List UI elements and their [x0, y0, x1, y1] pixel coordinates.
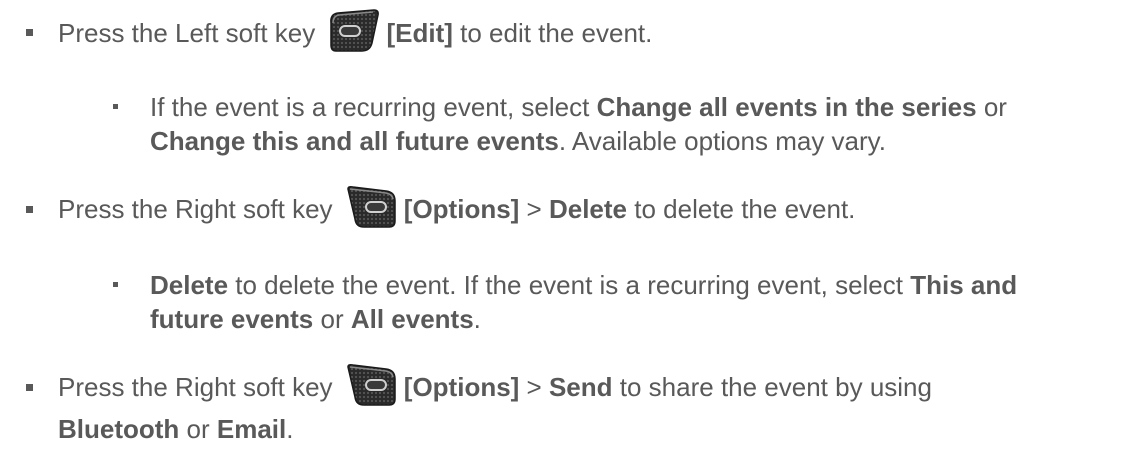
list-item-text: Press the Right soft key	[58, 372, 340, 402]
list-item-text: or	[179, 414, 217, 444]
sub-item-text: or	[313, 304, 351, 334]
sub-item-delete-line-2: future events or All events.	[150, 302, 481, 336]
sub-bullet-marker	[113, 104, 118, 109]
sub-item-delete-line-1: Delete to delete the event. If the event…	[150, 268, 1017, 302]
right-soft-key-icon	[346, 185, 398, 229]
list-item-text: .	[286, 414, 294, 444]
option-all-events: All events	[350, 304, 474, 334]
bullet-marker	[26, 384, 33, 391]
right-soft-key-icon	[346, 363, 398, 407]
list-item-text: Press the Left soft key	[58, 18, 323, 48]
options-command: [Options]	[403, 372, 520, 402]
option-change-future: Change this and all future events	[150, 126, 559, 156]
sub-item-text: .	[473, 304, 481, 334]
delete-command: Delete	[150, 270, 229, 300]
option-email: Email	[216, 414, 287, 444]
sub-item-text: . Available options may vary.	[558, 126, 886, 156]
sub-item-recurring-line-2: Change this and all future events. Avail…	[150, 124, 886, 158]
options-command: [Options]	[403, 194, 520, 224]
send-command: Send	[548, 372, 613, 402]
option-this-and-future: This and	[910, 270, 1018, 300]
bullet-marker	[26, 206, 33, 213]
sub-bullet-marker	[113, 282, 118, 287]
sub-item-text: to delete the event. If the event is a r…	[228, 270, 911, 300]
sub-item-text: If the event is a recurring event, selec…	[150, 92, 597, 122]
bullet-marker	[26, 29, 33, 36]
sub-item-recurring-line-1: If the event is a recurring event, selec…	[150, 90, 1007, 124]
list-item-text: to delete the event.	[627, 194, 856, 224]
option-change-all: Change all events in the series	[596, 92, 977, 122]
list-item-send-line-1: Press the Right soft key [Options] > Sen…	[58, 364, 932, 407]
list-item-text: >	[519, 194, 549, 224]
list-item-text: to share the event by using	[612, 372, 932, 402]
option-bluetooth: Bluetooth	[58, 414, 180, 444]
list-item-edit: Press the Left soft key [Edit] to edit t…	[58, 9, 653, 53]
delete-command: Delete	[548, 194, 628, 224]
sub-item-text: or	[976, 92, 1007, 122]
list-item-text: Press the Right soft key	[58, 194, 340, 224]
list-item-delete: Press the Right soft key [Options] > Del…	[58, 186, 856, 229]
list-item-text: to edit the event.	[452, 18, 653, 48]
option-this-and-future: future events	[150, 304, 314, 334]
list-item-text: >	[519, 372, 549, 402]
list-item-send-line-2: Bluetooth or Email.	[58, 412, 294, 446]
left-soft-key-icon	[328, 9, 380, 53]
edit-command: [Edit]	[386, 18, 453, 48]
